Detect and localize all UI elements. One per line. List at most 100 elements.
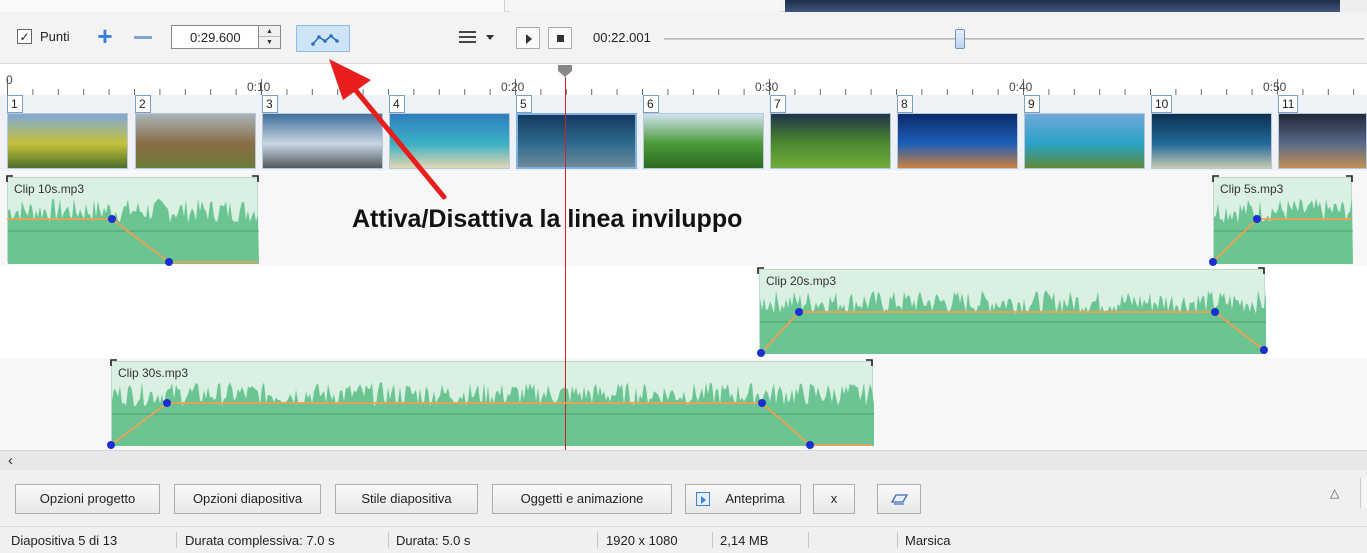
position-time: 00:22.001 xyxy=(593,30,651,45)
slide-number: 9 xyxy=(1024,95,1040,113)
side-grip[interactable] xyxy=(1360,478,1367,508)
status-duration: Durata: 5.0 s xyxy=(396,533,471,548)
stop-icon xyxy=(557,35,564,42)
spin-up-icon[interactable]: ▲ xyxy=(259,26,280,37)
ruler-label-30: 0:30 xyxy=(755,80,779,94)
points-checkbox[interactable]: ✓ xyxy=(17,29,32,44)
eraser-button[interactable] xyxy=(877,484,921,514)
play-button[interactable] xyxy=(516,27,540,49)
slide-image xyxy=(897,113,1018,169)
points-label: Punti xyxy=(40,29,70,44)
preview-label: Anteprima xyxy=(725,491,785,506)
objects-animation-button[interactable]: Oggetti e animazione xyxy=(492,484,672,514)
status-size: 2,14 MB xyxy=(720,533,769,548)
timeline-toolbar: ✓ Punti + 0:29.600 ▲ ▼ 00:22.001 xyxy=(0,12,1367,64)
slide-image xyxy=(770,113,891,169)
slide-thumb-7[interactable]: 7 xyxy=(770,95,891,171)
button-bar: Opzioni progetto Opzioni diapositiva Sti… xyxy=(0,470,1367,526)
slide-thumb-5[interactable]: 5 xyxy=(516,95,637,171)
status-resolution: 1920 x 1080 xyxy=(606,533,678,548)
slide-thumb-8[interactable]: 8 xyxy=(897,95,1018,171)
audio-clip-20s[interactable]: Clip 20s.mp3 xyxy=(759,269,1266,354)
slide-number: 3 xyxy=(262,95,278,113)
envelope-toggle-button[interactable] xyxy=(296,25,350,52)
menu-icon[interactable] xyxy=(459,28,497,46)
playhead-handle[interactable] xyxy=(558,65,572,77)
slide-thumb-2[interactable]: 2 xyxy=(135,95,256,171)
close-button[interactable]: x xyxy=(813,484,855,514)
ruler-label-50: 0:50 xyxy=(1263,80,1287,94)
duration-spinner[interactable]: ▲ ▼ xyxy=(259,25,281,49)
slide-thumb-6[interactable]: 6 xyxy=(643,95,764,171)
slide-image xyxy=(135,113,256,169)
annotation-text: Attiva/Disattiva la linea inviluppo xyxy=(352,205,743,233)
top-panel-edge xyxy=(0,0,1367,12)
slide-number: 4 xyxy=(389,95,405,113)
slide-thumb-9[interactable]: 9 xyxy=(1024,95,1145,171)
ruler-ticks xyxy=(0,65,1367,97)
top-panel-right xyxy=(1340,0,1367,12)
envelope-line-icon xyxy=(311,34,339,46)
spin-down-icon[interactable]: ▼ xyxy=(259,37,280,48)
collapse-icon[interactable]: △ xyxy=(1330,486,1339,500)
slide-thumb-1[interactable]: 1 xyxy=(7,95,128,171)
eraser-icon xyxy=(890,494,909,505)
duration-input[interactable]: 0:29.600 xyxy=(171,25,259,49)
slide-number: 1 xyxy=(7,95,23,113)
horizontal-scrollbar[interactable]: ‹ xyxy=(0,450,1367,470)
audio-clip-10s[interactable]: Clip 10s.mp3 xyxy=(7,177,259,264)
slide-number: 2 xyxy=(135,95,151,113)
position-slider-track[interactable] xyxy=(664,38,1364,40)
status-bar: Diapositiva 5 di 13 Durata complessiva: … xyxy=(0,526,1367,553)
slide-image xyxy=(1024,113,1145,169)
ruler-label-0: 0 xyxy=(6,73,13,87)
slide-thumb-3[interactable]: 3 xyxy=(262,95,383,171)
slide-image xyxy=(389,113,510,169)
time-ruler[interactable] xyxy=(0,65,1367,97)
slide-thumb-10[interactable]: 10 xyxy=(1151,95,1272,171)
status-separator xyxy=(176,532,177,548)
slide-number: 8 xyxy=(897,95,913,113)
audio-clip-30s[interactable]: Clip 30s.mp3 xyxy=(111,361,874,446)
clip-name: Clip 5s.mp3 xyxy=(1220,182,1284,196)
clip-name: Clip 10s.mp3 xyxy=(14,182,85,196)
status-separator xyxy=(808,532,809,548)
slide-number: 11 xyxy=(1278,95,1299,113)
add-point-icon[interactable]: + xyxy=(95,23,115,49)
status-separator xyxy=(597,532,598,548)
scroll-left-icon[interactable]: ‹ xyxy=(8,452,13,469)
slide-image xyxy=(516,113,637,169)
slide-style-button[interactable]: Stile diapositiva xyxy=(335,484,478,514)
top-panel-middle xyxy=(510,0,780,12)
play-icon xyxy=(526,34,532,44)
slide-image xyxy=(643,113,764,169)
ruler-label-10: 0:10 xyxy=(247,80,271,94)
top-panel-left xyxy=(0,0,505,12)
slide-thumb-11[interactable]: 11 xyxy=(1278,95,1367,171)
slide-options-button[interactable]: Opzioni diapositiva xyxy=(174,484,321,514)
slide-number: 7 xyxy=(770,95,786,113)
status-separator xyxy=(897,532,898,548)
position-slider-thumb[interactable] xyxy=(955,29,965,49)
clip-name: Clip 30s.mp3 xyxy=(118,366,189,380)
audio-clip-5s[interactable]: Clip 5s.mp3 xyxy=(1213,177,1353,264)
remove-point-icon[interactable] xyxy=(133,27,153,47)
stop-button[interactable] xyxy=(548,27,572,49)
waveform xyxy=(112,382,874,446)
slide-number: 10 xyxy=(1151,95,1173,113)
slide-number: 5 xyxy=(516,95,532,113)
clip-name: Clip 20s.mp3 xyxy=(766,274,837,288)
status-total-duration: Durata complessiva: 7.0 s xyxy=(185,533,335,548)
chevron-down-icon xyxy=(486,35,494,40)
ruler-label-20: 0:20 xyxy=(501,80,525,94)
status-separator xyxy=(388,532,389,548)
preview-button[interactable]: Anteprima xyxy=(685,484,801,514)
ruler-label-40: 0:40 xyxy=(1009,80,1033,94)
slide-image xyxy=(1151,113,1272,169)
timeline-window: ✓ Punti + 0:29.600 ▲ ▼ 00:22.001 0 0:10 … xyxy=(0,0,1367,553)
slide-thumb-4[interactable]: 4 xyxy=(389,95,510,171)
project-options-button[interactable]: Opzioni progetto xyxy=(15,484,160,514)
slide-image xyxy=(1278,113,1367,169)
slide-number: 6 xyxy=(643,95,659,113)
status-separator xyxy=(712,532,713,548)
